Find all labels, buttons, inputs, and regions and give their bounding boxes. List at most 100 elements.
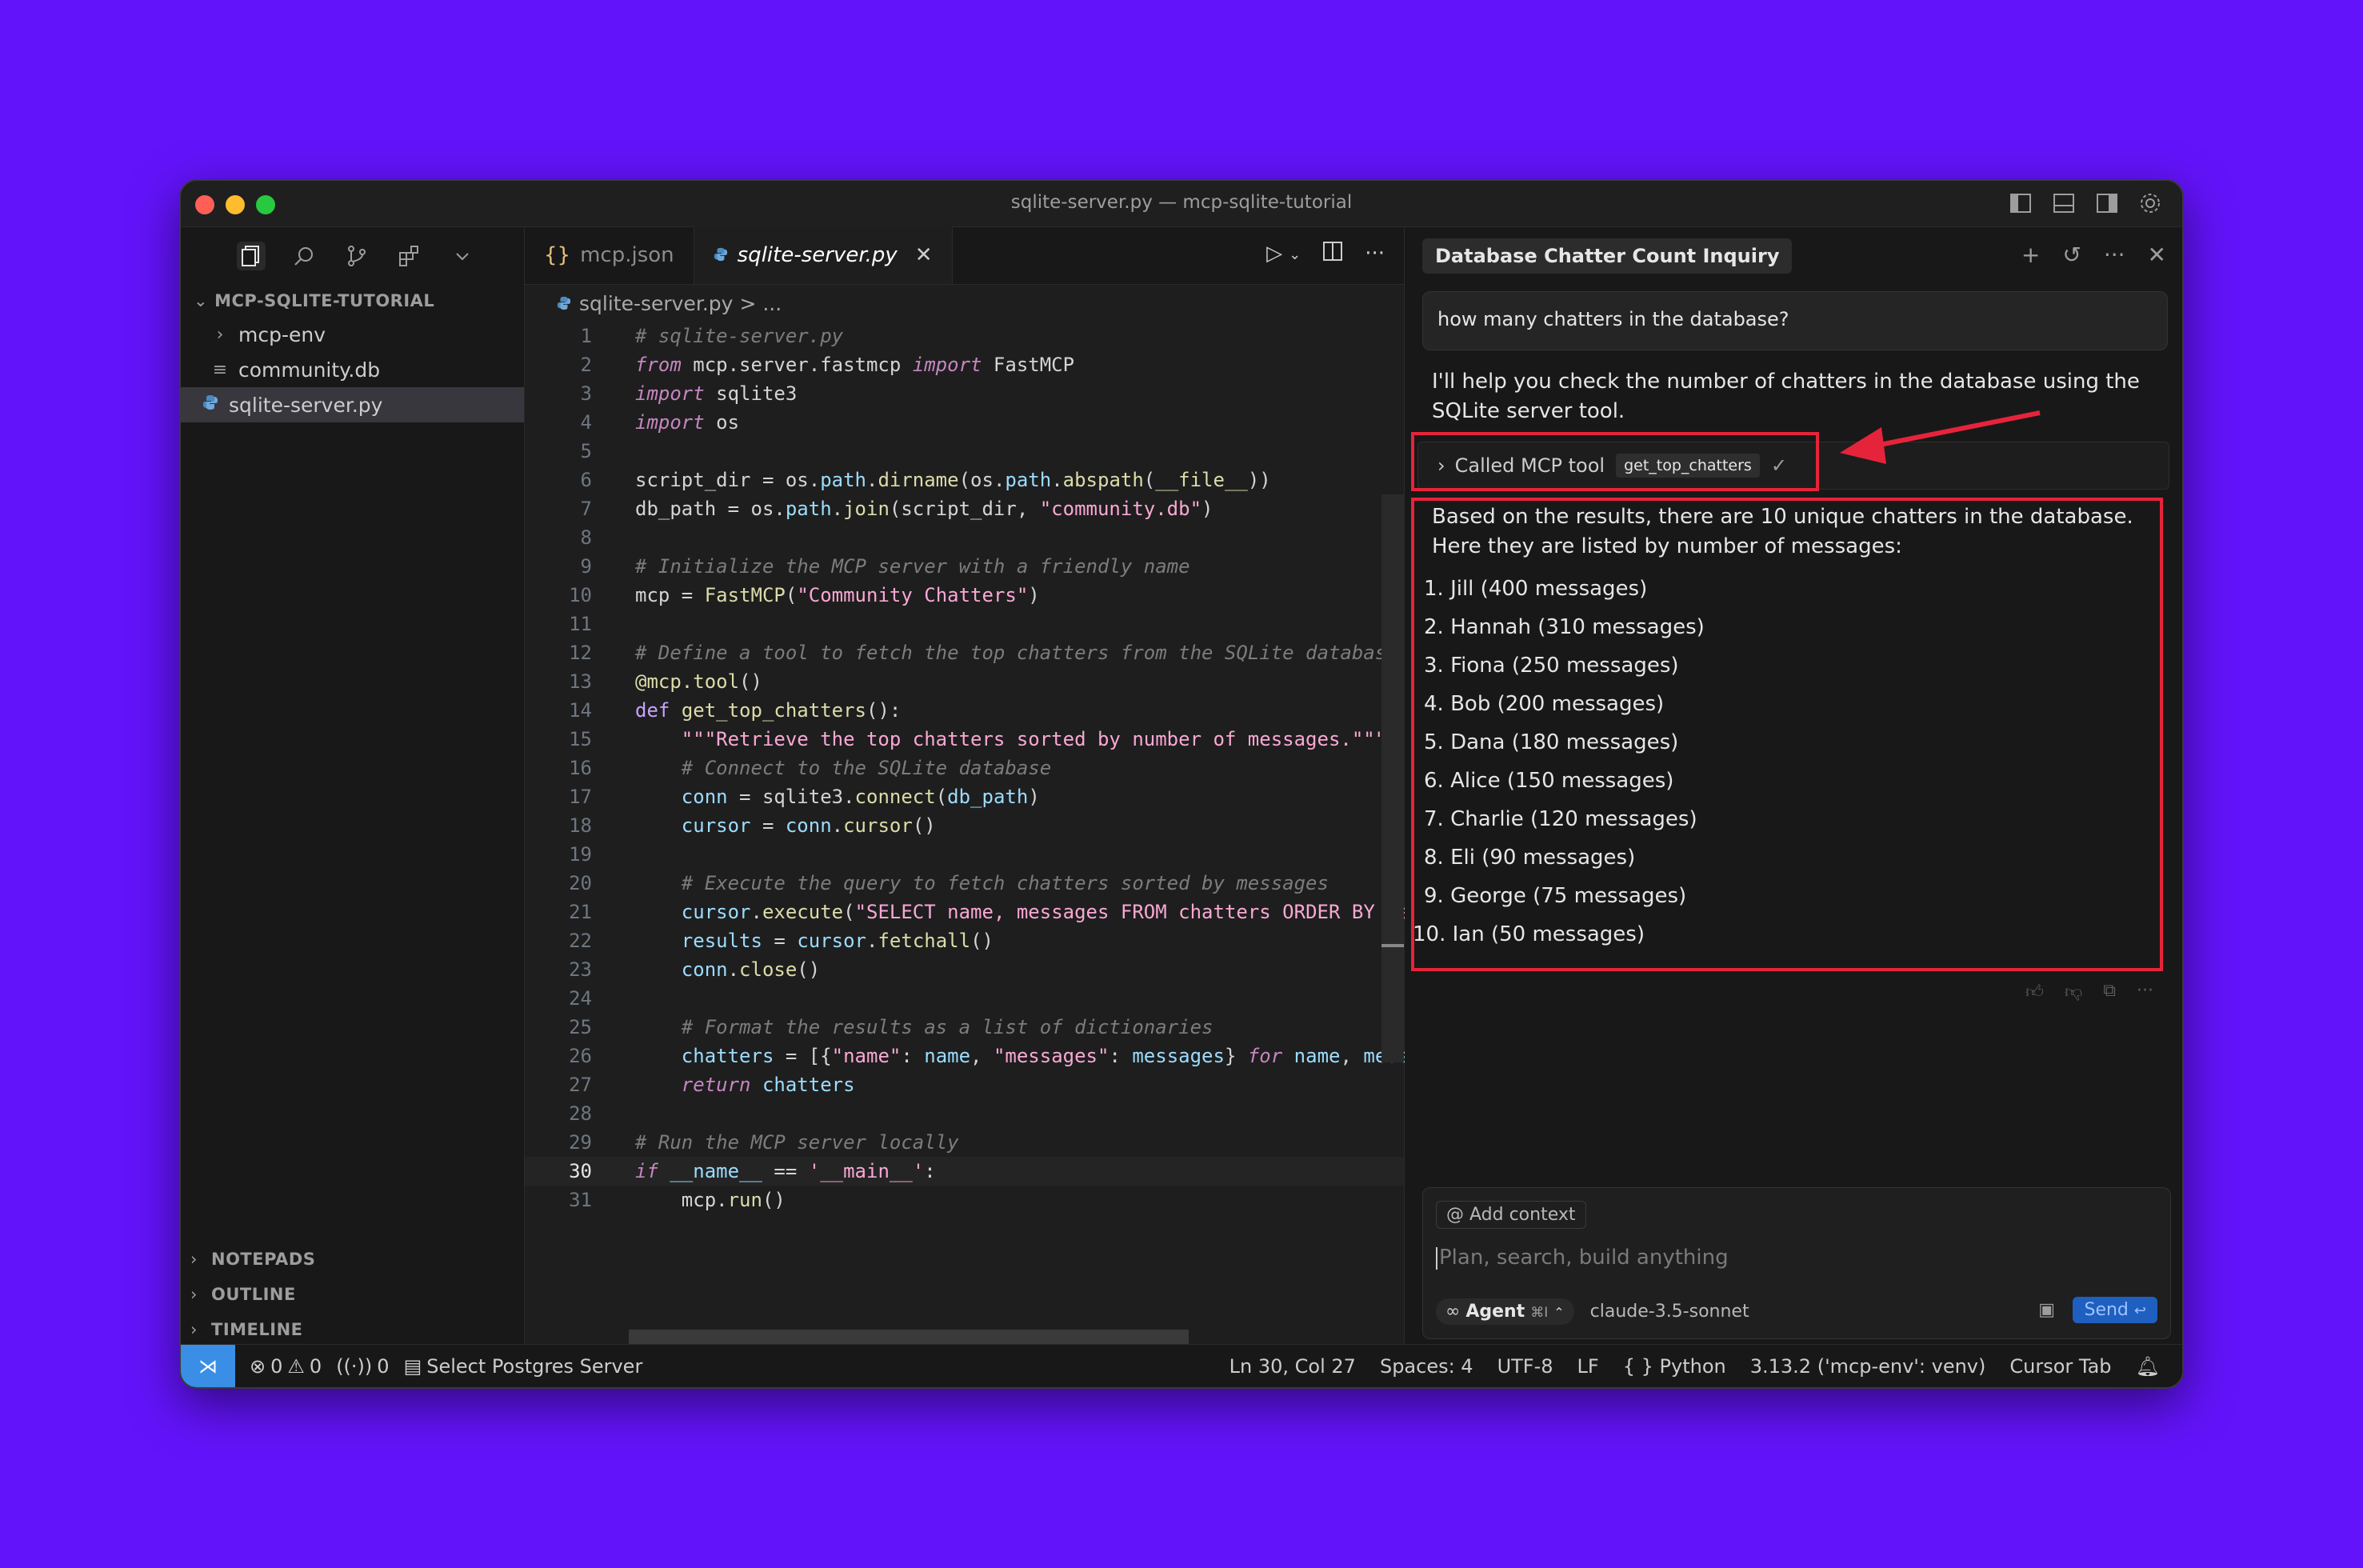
line-number: 3 <box>580 382 592 405</box>
code-line: 20 # Execute the query to fetch chatters… <box>525 869 1404 898</box>
tree-item-community-db[interactable]: ≡ community.db <box>181 352 524 387</box>
editor-scrollbar[interactable] <box>1381 494 1404 1062</box>
result-intro: Based on the results, there are 10 uniqu… <box>1432 505 2133 558</box>
thumbs-down-icon[interactable]: 👎︎ <box>2065 981 2082 1002</box>
line-number: 22 <box>569 930 592 952</box>
settings-gear-icon[interactable] <box>2137 190 2163 216</box>
list-item: 6. Alice (150 messages) <box>1424 769 1674 793</box>
indentation[interactable]: Spaces: 4 <box>1380 1355 1473 1378</box>
python-icon <box>198 394 222 415</box>
file-lines-icon: ≡ <box>212 359 228 380</box>
run-play-icon[interactable]: ▷ <box>1266 242 1282 266</box>
agent-mode-selector[interactable]: ∞ Agent ⌘I ⌃ <box>1436 1298 1574 1325</box>
line-number: 18 <box>569 814 592 837</box>
code-line: 11 <box>525 610 1404 638</box>
tab-mcp-json[interactable]: {} mcp.json <box>525 226 694 284</box>
ports-count: 0 <box>377 1354 390 1378</box>
add-context-button[interactable]: @ Add context <box>1436 1201 1586 1229</box>
breadcrumb-rest[interactable]: > ... <box>739 292 782 315</box>
line-number: 4 <box>580 411 592 434</box>
toggle-panel-icon[interactable] <box>2051 190 2077 216</box>
remote-indicator-icon[interactable]: ⋊ <box>181 1344 235 1387</box>
status-bar: ⋊ ⊗ 0 ⚠ 0 ((·)) 0 ▤ Select Postgres Server Ln… <box>181 1344 2182 1387</box>
search-icon[interactable] <box>290 242 318 270</box>
copy-icon[interactable]: ⧉ <box>2103 981 2116 1002</box>
line-number: 10 <box>569 584 592 606</box>
line-number: 15 <box>569 728 592 750</box>
chat-title[interactable]: Database Chatter Count Inquiry <box>1422 238 1793 274</box>
end-of-line[interactable]: LF <box>1577 1355 1599 1378</box>
sidebar: ⌄ MCP-SQLITE-TUTORIAL › mcp-env ≡ commun… <box>181 227 525 1347</box>
ports-indicator[interactable]: ((·)) 0 <box>336 1355 389 1378</box>
code-area[interactable]: 1 # sqlite-server.py 2 from mcp.server.fas… <box>525 322 1409 1214</box>
code-line: 29 # Run the MCP server locally <box>525 1128 1404 1157</box>
section-notepads[interactable]: › NOTEPADS <box>181 1242 524 1277</box>
tab-sqlite-server-py[interactable]: sqlite-server.py ✕ <box>694 226 953 284</box>
language-mode[interactable]: { } Python <box>1623 1355 1726 1378</box>
agent-mode-shortcut: ⌘I <box>1530 1304 1549 1321</box>
section-label: NOTEPADS <box>211 1250 316 1269</box>
new-chat-plus-icon[interactable]: + <box>2021 242 2040 268</box>
warning-icon: ⚠ <box>287 1354 305 1378</box>
code-line: 18 cursor = conn.cursor() <box>525 811 1404 840</box>
add-context-label: Add context <box>1469 1205 1576 1225</box>
line-number: 29 <box>569 1131 592 1154</box>
code-line: 8 <box>525 523 1404 552</box>
model-selector[interactable]: claude-3.5-sonnet <box>1590 1302 1749 1322</box>
code-line: 7 db_path = os.path.join(script_dir, "com… <box>525 494 1404 523</box>
section-label: TIMELINE <box>211 1320 303 1339</box>
encoding[interactable]: UTF-8 <box>1497 1355 1553 1378</box>
line-number: 11 <box>569 613 592 635</box>
json-braces-icon: {} <box>544 243 571 267</box>
line-number: 8 <box>580 526 592 549</box>
agent-mode-label: Agent <box>1465 1301 1525 1322</box>
cursor-tab[interactable]: Cursor Tab <box>2009 1355 2111 1378</box>
python-interpreter[interactable]: 3.13.2 ('mcp-env': venv) <box>1750 1355 1986 1378</box>
extensions-icon[interactable] <box>395 242 424 270</box>
history-icon[interactable]: ↺ <box>2062 242 2081 268</box>
code-line: 12 # Define a tool to fetch the top chatt… <box>525 638 1404 667</box>
send-button[interactable]: Send ↩ <box>2073 1297 2157 1323</box>
toggle-secondary-sidebar-icon[interactable] <box>2094 190 2120 216</box>
more-actions-icon[interactable]: ··· <box>2104 242 2125 268</box>
more-actions-icon[interactable]: ··· <box>2137 981 2153 1002</box>
problems-indicator[interactable]: ⊗ 0 ⚠ 0 <box>250 1355 322 1378</box>
line-number: 7 <box>580 498 592 520</box>
explorer-files-icon[interactable] <box>237 242 266 270</box>
cursor-position[interactable]: Ln 30, Col 27 <box>1229 1355 1356 1378</box>
explorer-header[interactable]: ⌄ MCP-SQLITE-TUTORIAL <box>181 285 524 317</box>
notifications-bell-icon[interactable]: 🔔︎ <box>2136 1355 2160 1378</box>
line-number: 30 <box>569 1160 592 1182</box>
window-title: sqlite-server.py — mcp-sqlite-tutorial <box>1010 192 1353 213</box>
chevron-right-icon: › <box>190 1285 198 1304</box>
line-number: 25 <box>569 1016 592 1038</box>
code-line: 22 results = cursor.fetchall() <box>525 926 1404 955</box>
close-icon[interactable]: ✕ <box>2148 242 2166 268</box>
postgres-server-selector[interactable]: ▤ Select Postgres Server <box>404 1355 643 1378</box>
image-attach-icon[interactable]: ▣ <box>2038 1300 2055 1320</box>
chat-header: Database Chatter Count Inquiry + ↺ ··· ✕ <box>1405 227 2182 285</box>
close-tab-icon[interactable]: ✕ <box>915 243 933 267</box>
tree-item-sqlite-server-py[interactable]: sqlite-server.py <box>181 387 524 422</box>
tab-bar: {} mcp.json sqlite-server.py ✕ ▷ ⌄ ··· <box>525 226 1404 285</box>
annotation-arrow <box>1840 410 2041 464</box>
source-control-icon[interactable] <box>342 242 371 270</box>
toggle-sidebar-icon[interactable] <box>2008 190 2033 216</box>
thumbs-up-icon[interactable]: 👍︎ <box>2025 981 2044 1002</box>
section-timeline[interactable]: › TIMELINE <box>181 1312 524 1347</box>
chevron-down-icon[interactable] <box>448 242 477 270</box>
split-editor-icon[interactable] <box>1323 242 1343 266</box>
chevron-down-icon[interactable]: ⌄ <box>1289 246 1301 266</box>
user-message[interactable]: how many chatters in the database? <box>1422 291 2168 350</box>
tab-label: mcp.json <box>580 243 674 267</box>
code-line: 2 from mcp.server.fastmcp import FastMCP <box>525 350 1404 379</box>
more-actions-icon[interactable]: ··· <box>1365 242 1385 266</box>
chevron-right-icon: › <box>190 1320 198 1339</box>
list-item: 5. Dana (180 messages) <box>1424 730 1679 754</box>
python-icon <box>714 243 728 267</box>
chat-input[interactable]: Plan, search, build anything <box>1436 1246 1729 1270</box>
section-outline[interactable]: › OUTLINE <box>181 1277 524 1312</box>
tree-item-mcp-env[interactable]: › mcp-env <box>181 317 524 352</box>
chat-composer: @ Add context Plan, search, build anythi… <box>1422 1187 2171 1339</box>
breadcrumb-file[interactable]: sqlite-server.py <box>579 292 733 315</box>
